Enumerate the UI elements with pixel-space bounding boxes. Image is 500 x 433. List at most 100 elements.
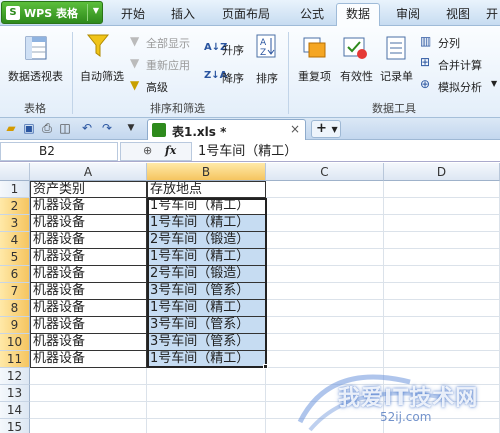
row-header[interactable]: 15 [0, 419, 30, 433]
cell-d10[interactable] [384, 334, 500, 351]
cell-b6[interactable]: 2号车间（锻造） [147, 266, 266, 283]
validity-button[interactable]: 有效性 [340, 68, 373, 84]
advanced-filter-button[interactable]: 高级 [146, 79, 168, 95]
tab-home[interactable]: 开始 [112, 4, 154, 26]
cell-d4[interactable] [384, 232, 500, 249]
select-all-corner[interactable] [0, 163, 30, 181]
cell-a2[interactable]: 机器设备 [30, 198, 147, 215]
cell-c7[interactable] [266, 283, 384, 300]
cell-b2[interactable]: 1号车间（精工） [147, 198, 266, 215]
cell-c3[interactable] [266, 215, 384, 232]
name-box[interactable]: B2 [0, 142, 118, 161]
close-icon[interactable]: × [290, 122, 300, 136]
cell-d11[interactable] [384, 351, 500, 368]
customize-qa-icon[interactable]: ▼ [124, 121, 138, 135]
split-column-button[interactable]: 分列 [438, 35, 460, 51]
redo-icon[interactable]: ↷ [100, 121, 114, 135]
cell-a14[interactable] [30, 402, 147, 419]
column-header-a[interactable]: A [30, 163, 147, 181]
fx-icon[interactable]: fx [165, 144, 176, 157]
cell-b11[interactable]: 1号车间（精工） [147, 351, 266, 368]
cell-a13[interactable] [30, 385, 147, 402]
row-header[interactable]: 3 [0, 215, 30, 232]
simulate-analysis-button[interactable]: 模拟分析 [438, 79, 482, 95]
cell-b5[interactable]: 1号车间（精工） [147, 249, 266, 266]
sort-button[interactable]: 排序 [256, 70, 278, 86]
cell-c10[interactable] [266, 334, 384, 351]
cell-a11[interactable]: 机器设备 [30, 351, 147, 368]
cell-c2[interactable] [266, 198, 384, 215]
cell-a5[interactable]: 机器设备 [30, 249, 147, 266]
sort-descending-button[interactable]: 降序 [222, 70, 244, 86]
cell-c11[interactable] [266, 351, 384, 368]
row-header[interactable]: 8 [0, 300, 30, 317]
cell-a8[interactable]: 机器设备 [30, 300, 147, 317]
app-menu-button[interactable]: S WPS 表格 ▼ [1, 1, 103, 24]
tab-data[interactable]: 数据 [336, 3, 380, 27]
cell-d3[interactable] [384, 215, 500, 232]
row-header[interactable]: 2 [0, 198, 30, 215]
duplicates-button[interactable]: 重复项 [298, 68, 331, 84]
new-tab-button[interactable]: + ▼ [311, 120, 341, 138]
cell-d7[interactable] [384, 283, 500, 300]
cell-c1[interactable] [266, 181, 384, 198]
tab-view[interactable]: 视图 [438, 4, 478, 26]
cell-a3[interactable]: 机器设备 [30, 215, 147, 232]
sort-ascending-button[interactable]: 升序 [222, 42, 244, 58]
cell-c5[interactable] [266, 249, 384, 266]
tab-more[interactable]: 开 [484, 4, 500, 26]
cell-d1[interactable] [384, 181, 500, 198]
cell-c9[interactable] [266, 317, 384, 334]
column-header-c[interactable]: C [266, 163, 384, 181]
row-header[interactable]: 10 [0, 334, 30, 351]
cell-c8[interactable] [266, 300, 384, 317]
row-header[interactable]: 4 [0, 232, 30, 249]
row-header[interactable]: 7 [0, 283, 30, 300]
print-preview-icon[interactable]: ◫ [58, 121, 72, 135]
cell-d15[interactable] [384, 419, 500, 433]
cell-b10[interactable]: 3号车间（管系） [147, 334, 266, 351]
cell-c12[interactable] [266, 368, 384, 385]
cell-c13[interactable] [266, 385, 384, 402]
cell-d2[interactable] [384, 198, 500, 215]
cell-b14[interactable] [147, 402, 266, 419]
cell-b13[interactable] [147, 385, 266, 402]
cell-c14[interactable] [266, 402, 384, 419]
column-header-b[interactable]: B [147, 163, 266, 181]
row-header[interactable]: 13 [0, 385, 30, 402]
zoom-icon[interactable]: ⊕ [143, 144, 152, 157]
cell-a9[interactable]: 机器设备 [30, 317, 147, 334]
cell-d12[interactable] [384, 368, 500, 385]
row-header[interactable]: 11 [0, 351, 30, 368]
row-header[interactable]: 12 [0, 368, 30, 385]
open-folder-icon[interactable]: ▰ [4, 121, 18, 135]
cell-a10[interactable]: 机器设备 [30, 334, 147, 351]
cell-d8[interactable] [384, 300, 500, 317]
formula-input[interactable]: 1号车间（精工） [198, 143, 297, 160]
cell-d9[interactable] [384, 317, 500, 334]
reapply-button[interactable]: 重新应用 [146, 57, 190, 73]
cell-d13[interactable] [384, 385, 500, 402]
consolidate-button[interactable]: 合并计算 [438, 57, 482, 73]
cell-c6[interactable] [266, 266, 384, 283]
tab-review[interactable]: 审阅 [388, 4, 428, 26]
cell-b3[interactable]: 1号车间（精工） [147, 215, 266, 232]
tab-formula[interactable]: 公式 [292, 4, 332, 26]
cell-a1[interactable]: 资产类别 [30, 181, 147, 198]
show-all-button[interactable]: 全部显示 [146, 35, 190, 51]
pivot-table-button[interactable]: 数据透视表 [8, 68, 63, 84]
tab-insert[interactable]: 插入 [162, 4, 204, 26]
cell-d6[interactable] [384, 266, 500, 283]
cell-b4[interactable]: 2号车间（锻造） [147, 232, 266, 249]
document-tab[interactable]: 表1.xls * × [147, 119, 306, 140]
cell-d14[interactable] [384, 402, 500, 419]
cell-b7[interactable]: 3号车间（管系） [147, 283, 266, 300]
cell-a7[interactable]: 机器设备 [30, 283, 147, 300]
cell-a4[interactable]: 机器设备 [30, 232, 147, 249]
cell-a12[interactable] [30, 368, 147, 385]
cell-c4[interactable] [266, 232, 384, 249]
cell-b12[interactable] [147, 368, 266, 385]
cell-d5[interactable] [384, 249, 500, 266]
row-header[interactable]: 9 [0, 317, 30, 334]
column-header-d[interactable]: D [384, 163, 500, 181]
